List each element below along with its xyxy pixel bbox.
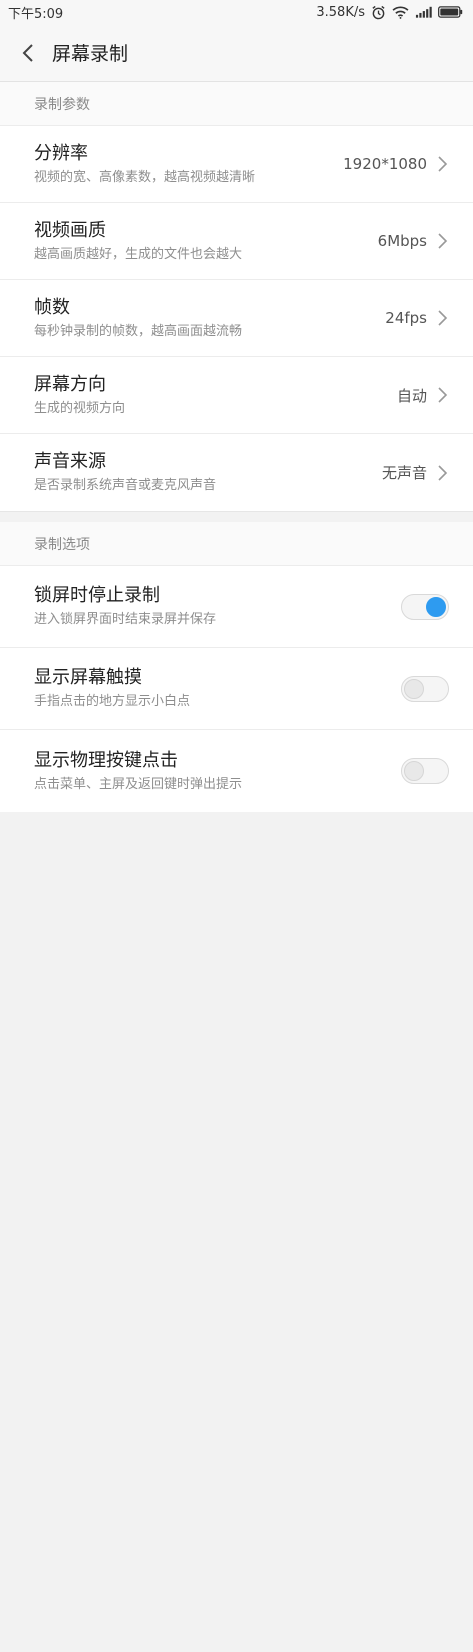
header: 屏幕录制 <box>0 24 473 82</box>
option-subtitle: 点击菜单、主屏及返回键时弹出提示 <box>34 776 243 792</box>
toggle-switch[interactable] <box>401 758 449 784</box>
setting-value: 自动 <box>396 386 427 405</box>
setting-title: 声音来源 <box>34 451 106 472</box>
setting-subtitle: 每秒钟录制的帧数，越高画面越流畅 <box>34 323 243 339</box>
section-divider <box>0 511 473 522</box>
option-subtitle: 进入锁屏界面时结束录屏并保存 <box>34 612 217 627</box>
setting-subtitle: 生成的视频方向 <box>34 400 126 416</box>
status-time: 下午5:09 <box>8 6 64 22</box>
chevron-right-icon <box>438 156 448 172</box>
page-title: 屏幕录制 <box>52 43 129 65</box>
wifi-icon <box>392 6 409 19</box>
setting-value: 1920*1080 <box>343 155 427 173</box>
section-recording-options: 录制选项 锁屏时停止录制 进入锁屏界面时结束录屏并保存 显示屏幕触摸 手指点击的… <box>0 522 473 812</box>
chevron-right-icon <box>438 310 448 326</box>
option-row-show-touches[interactable]: 显示屏幕触摸 手指点击的地方显示小白点 <box>0 648 473 730</box>
setting-row-video-quality[interactable]: 视频画质 越高画质越好，生成的文件也会越大 6Mbps <box>0 203 473 280</box>
toggle-knob <box>404 761 424 781</box>
option-title: 显示屏幕触摸 <box>34 667 142 688</box>
setting-row-audio-source[interactable]: 声音来源 是否录制系统声音或麦克风声音 无声音 <box>0 434 473 511</box>
chevron-left-icon <box>22 43 33 62</box>
setting-title: 帧数 <box>34 296 70 318</box>
setting-row-orientation[interactable]: 屏幕方向 生成的视频方向 自动 <box>0 357 473 434</box>
setting-subtitle: 是否录制系统声音或麦克风声音 <box>34 478 217 493</box>
toggle-knob <box>426 596 446 617</box>
chevron-right-icon <box>438 233 448 249</box>
battery-icon <box>438 6 463 18</box>
toggle-knob <box>404 678 424 699</box>
network-speed: 3.58K/s <box>316 4 365 20</box>
setting-value: 24fps <box>385 309 427 327</box>
status-right: 3.58K/s <box>316 5 463 20</box>
setting-subtitle: 视频的宽、高像素数，越高视频越清晰 <box>34 169 256 185</box>
section-header-options: 录制选项 <box>0 522 473 566</box>
signal-icon <box>415 6 432 18</box>
option-subtitle: 手指点击的地方显示小白点 <box>34 694 191 709</box>
toggle-switch[interactable] <box>401 675 449 702</box>
setting-title: 视频画质 <box>34 219 106 241</box>
toggle-switch[interactable] <box>401 593 449 620</box>
chevron-right-icon <box>438 387 448 403</box>
option-row-stop-on-lock[interactable]: 锁屏时停止录制 进入锁屏界面时结束录屏并保存 <box>0 566 473 648</box>
setting-value: 无声音 <box>381 464 427 482</box>
setting-subtitle: 越高画质越好，生成的文件也会越大 <box>34 246 243 262</box>
status-bar: 下午5:09 3.58K/s <box>0 0 473 24</box>
option-title: 显示物理按键点击 <box>34 749 178 771</box>
alarm-icon <box>372 5 385 19</box>
setting-title: 分辨率 <box>34 142 88 164</box>
option-title: 锁屏时停止录制 <box>34 585 160 606</box>
option-row-show-key-presses[interactable]: 显示物理按键点击 点击菜单、主屏及返回键时弹出提示 <box>0 730 473 812</box>
chevron-right-icon <box>438 464 448 481</box>
section-header-params: 录制参数 <box>0 82 473 126</box>
back-button[interactable] <box>14 39 42 67</box>
setting-row-resolution[interactable]: 分辨率 视频的宽、高像素数，越高视频越清晰 1920*1080 <box>0 126 473 203</box>
setting-value: 6Mbps <box>377 232 427 250</box>
setting-title: 屏幕方向 <box>34 373 106 395</box>
bottom-fill <box>0 812 473 1652</box>
section-recording-params: 录制参数 分辨率 视频的宽、高像素数，越高视频越清晰 1920*1080 视频画… <box>0 82 473 511</box>
setting-row-frame-rate[interactable]: 帧数 每秒钟录制的帧数，越高画面越流畅 24fps <box>0 280 473 357</box>
